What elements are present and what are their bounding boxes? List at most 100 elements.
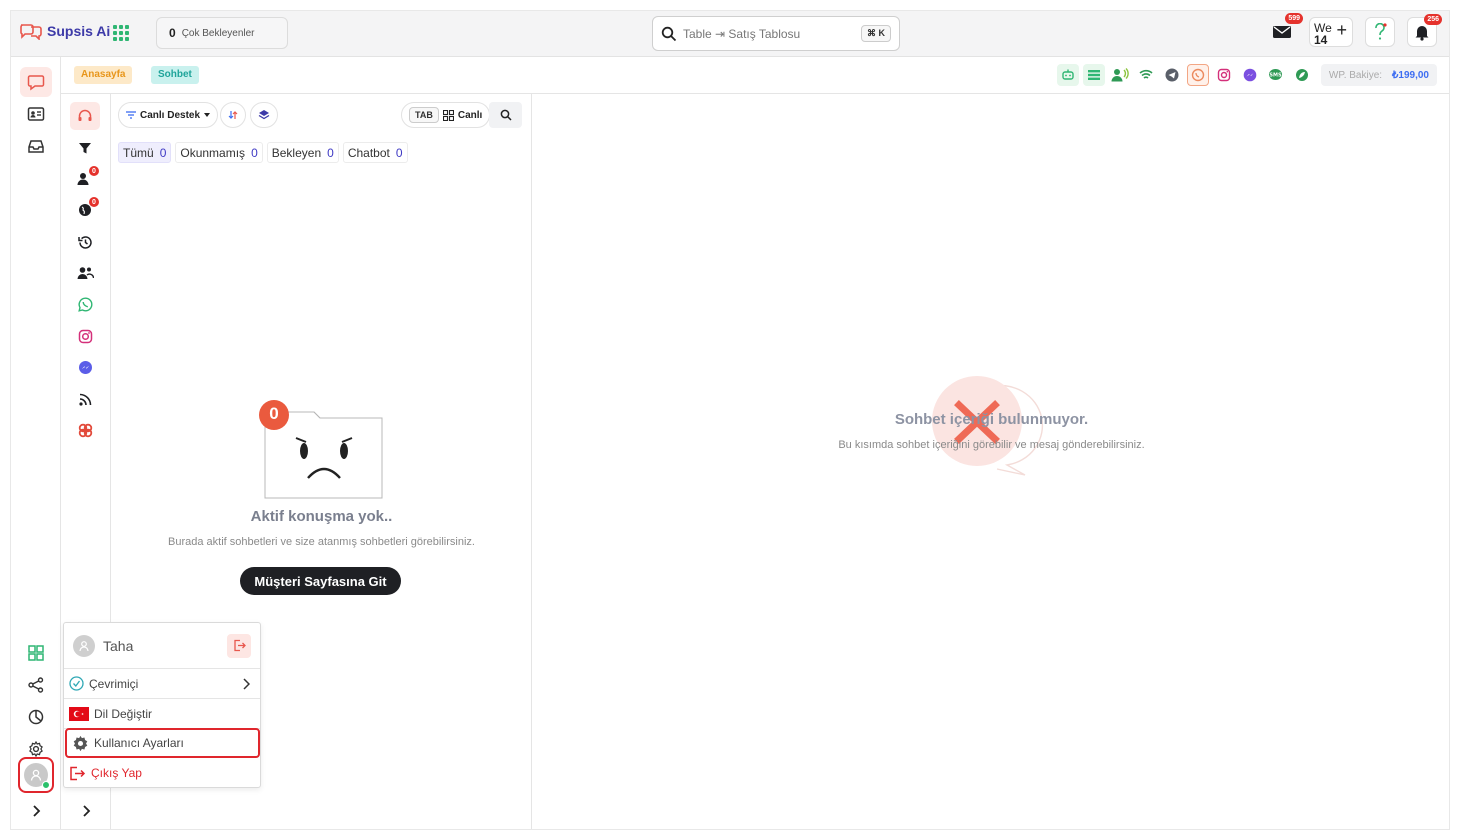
notifications-badge: 256: [1424, 14, 1442, 25]
expand-sidebar-button[interactable]: [20, 796, 52, 826]
wp-balance: WP. Bakiye: ₺199,00: [1320, 64, 1437, 86]
channel-sms[interactable]: SMS: [1265, 64, 1287, 86]
whatsapp-icon: [1191, 68, 1205, 82]
sort-icon: [228, 111, 238, 119]
filter-rss[interactable]: [70, 385, 100, 413]
funnel-icon: [79, 143, 91, 154]
filter-integration[interactable]: [70, 416, 100, 444]
history-icon: [77, 235, 92, 249]
channel-voice[interactable]: [1109, 64, 1131, 86]
global-search[interactable]: Table ⇥ Satış Tablosu ⌘ K: [652, 16, 900, 51]
list-search-button[interactable]: [489, 102, 522, 128]
layers-icon: [258, 110, 270, 120]
help-icon: [1375, 23, 1387, 40]
gear-icon: [29, 741, 43, 757]
search-icon: [500, 109, 512, 121]
user-settings-menu-item[interactable]: Kullanıcı Ayarları: [65, 728, 260, 758]
notifications-button[interactable]: 256: [1407, 14, 1442, 47]
filter-messenger[interactable]: [70, 353, 100, 381]
search-input[interactable]: Table ⇥ Satış Tablosu: [683, 27, 855, 41]
top-bar: Supsis Ai 0 Çok Bekleyenler Table ⇥ Satı…: [11, 11, 1449, 57]
tab-count: 0: [395, 145, 403, 160]
knot-icon: [78, 423, 92, 437]
channel-telegram[interactable]: [1161, 64, 1183, 86]
channel-bar: SMS WP. Bakiye: ₺199,00: [1056, 64, 1437, 86]
sort-button[interactable]: [220, 102, 246, 128]
logo[interactable]: Supsis Ai: [19, 22, 110, 40]
apps-grid-icon[interactable]: [113, 25, 129, 41]
avatar: [73, 634, 95, 657]
channel-list[interactable]: [1082, 64, 1105, 86]
channel-messenger[interactable]: [1239, 64, 1261, 86]
scope-filter-dropdown[interactable]: Canlı Destek: [118, 102, 219, 128]
users-icon: [77, 267, 94, 279]
sidebar-item-inbox[interactable]: [20, 131, 52, 161]
user-icon: [79, 640, 89, 651]
logout-menu-item[interactable]: Çıkış Yap: [64, 758, 260, 788]
user-name: Taha: [103, 637, 134, 654]
leaf-icon: [1295, 69, 1308, 81]
filter-assigned[interactable]: [70, 259, 100, 287]
quick-logout-button[interactable]: [227, 633, 251, 658]
go-customer-page-button[interactable]: Müşteri Sayfasına Git: [240, 567, 401, 595]
filter-live-support[interactable]: [70, 102, 100, 130]
day-number: 14: [1314, 33, 1328, 47]
sidebar-item-chat[interactable]: [20, 67, 52, 97]
layers-button[interactable]: [250, 102, 278, 128]
tab-key-hint: TAB: [409, 107, 439, 123]
tab-chatbot[interactable]: Chatbot 0: [342, 142, 408, 163]
empty-count-badge: 0: [269, 404, 279, 423]
waiting-count: 0: [169, 26, 176, 40]
gear-icon: [73, 735, 88, 751]
no-content-title: Sohbet içeriği bulunmuyor.: [894, 411, 1089, 428]
logout-icon: [233, 639, 246, 652]
mail-badge: 599: [1285, 13, 1303, 24]
mail-button[interactable]: 599: [1267, 13, 1303, 47]
channel-web[interactable]: [1135, 64, 1157, 86]
empty-state-title: Aktif konuşma yok..: [250, 508, 393, 525]
filter-funnel[interactable]: [70, 134, 100, 162]
view-mode-toggle[interactable]: TAB Canlı: [401, 102, 491, 128]
tab-unread[interactable]: Okunmamış 0: [175, 142, 263, 163]
telegram-icon: [1165, 68, 1179, 82]
date-add-button[interactable]: We 14 +: [1309, 17, 1353, 47]
sidebar-item-dashboard[interactable]: [20, 638, 52, 668]
headset-icon: [78, 109, 92, 121]
pie-chart-icon: [28, 709, 44, 725]
channel-bot[interactable]: [1056, 64, 1079, 86]
list-icon: [1087, 70, 1100, 80]
tab-all[interactable]: Tümü 0: [118, 142, 172, 163]
filter-instagram[interactable]: [70, 322, 100, 350]
tab-count: 0: [251, 145, 258, 160]
status-menu-item[interactable]: Çevrimiçi: [64, 669, 260, 699]
language-menu-item[interactable]: Dil Değiştir: [64, 699, 260, 729]
channel-other[interactable]: [1291, 64, 1313, 86]
logo-icon: [20, 24, 42, 40]
filter-history[interactable]: [70, 228, 100, 256]
breadcrumb-home[interactable]: Anasayfa: [74, 66, 133, 84]
speaking-user-icon: [1111, 68, 1129, 82]
filter-global[interactable]: 0: [70, 196, 100, 224]
breadcrumb-chat[interactable]: Sohbet: [151, 66, 199, 84]
channel-instagram[interactable]: [1213, 64, 1235, 86]
svg-text:SMS: SMS: [1270, 73, 1283, 79]
user-avatar-button[interactable]: [18, 757, 54, 793]
search-icon: [661, 26, 677, 41]
logout-icon: [70, 766, 86, 780]
sidebar-item-contacts[interactable]: [20, 99, 52, 129]
filter-queue[interactable]: 0: [70, 165, 100, 193]
whatsapp-icon: [77, 296, 92, 312]
messenger-icon: [1243, 68, 1257, 82]
waiting-counter[interactable]: 0 Çok Bekleyenler: [156, 17, 288, 49]
sidebar-item-integrations[interactable]: [20, 670, 52, 700]
tab-waiting[interactable]: Bekleyen 0: [266, 142, 339, 163]
channel-whatsapp[interactable]: [1186, 64, 1209, 86]
user-icon: [30, 769, 42, 781]
sidebar-item-reports[interactable]: [20, 702, 52, 732]
filter-whatsapp[interactable]: [70, 290, 100, 318]
help-button[interactable]: [1365, 17, 1395, 47]
sms-icon: SMS: [1269, 69, 1283, 80]
check-circle-icon: [69, 676, 84, 691]
expand-filter-sidebar-button[interactable]: [61, 791, 111, 829]
global-badge: 0: [89, 197, 99, 207]
